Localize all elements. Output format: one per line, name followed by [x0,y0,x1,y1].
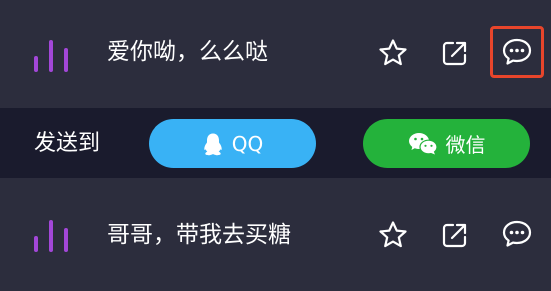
wechat-share-label: 微信 [445,133,486,157]
song-title: 哥哥，带我去买糖 [107,222,291,248]
chat-bubble-icon[interactable] [497,214,537,254]
equalizer-bars-icon [34,36,70,72]
chat-bubble-icon[interactable] [497,32,537,72]
share-arrow-icon[interactable] [435,215,475,255]
send-to-label: 发送到 [34,131,101,156]
star-icon[interactable] [373,215,413,255]
qq-penguin-icon [202,132,224,156]
song-title: 爱你呦，么么哒 [107,39,268,65]
qq-share-button[interactable]: QQ [149,119,316,168]
share-arrow-icon[interactable] [435,33,475,73]
star-icon[interactable] [373,33,413,73]
wechat-share-button[interactable]: 微信 [363,119,530,168]
wechat-icon [408,132,438,156]
equalizer-bars-icon [34,216,70,252]
song-list-screen: 爱你呦，么么哒 发送到 QQ 微信 哥哥，带我去买糖 [0,0,551,291]
qq-share-label: QQ [231,131,264,156]
